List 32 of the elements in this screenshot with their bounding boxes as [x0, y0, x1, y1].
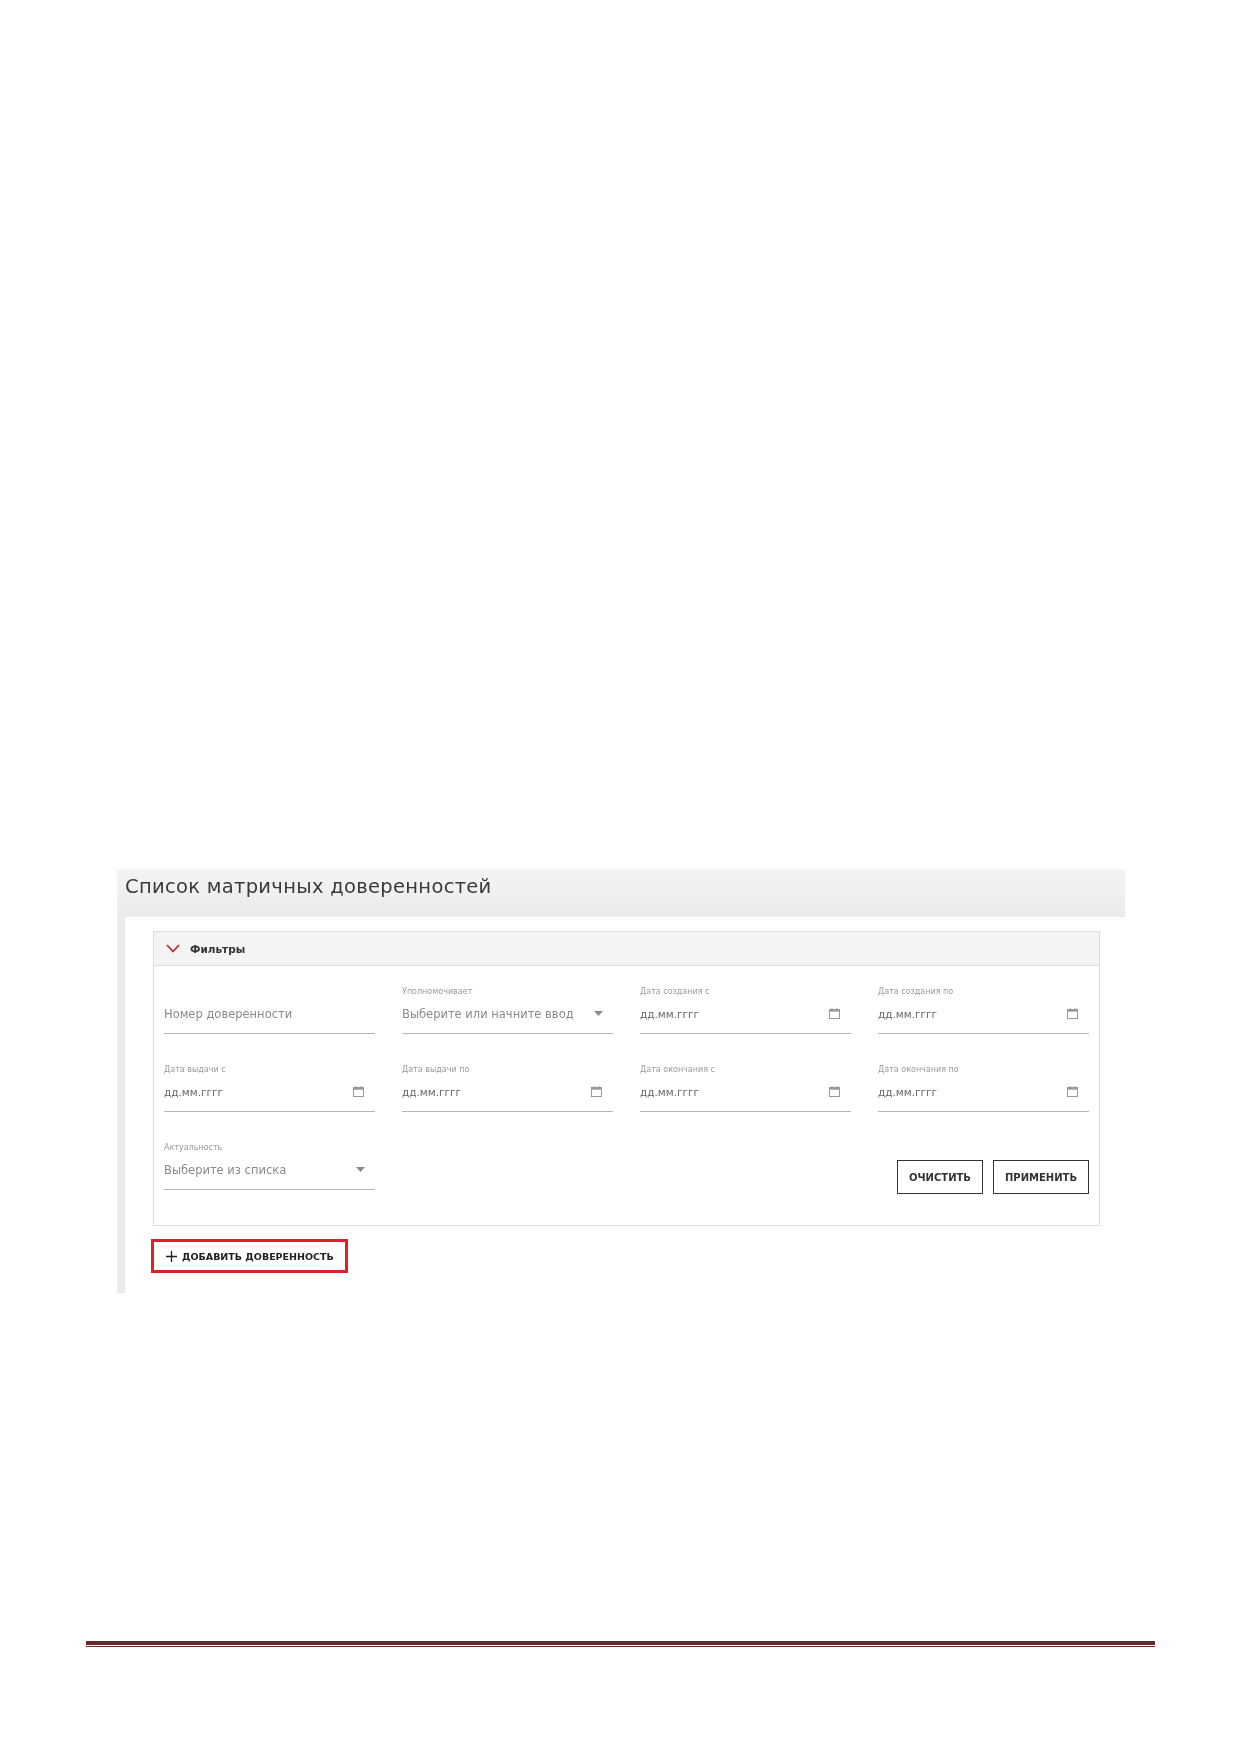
field-label: Дата выдачи по — [402, 1064, 470, 1076]
calendar-icon — [829, 1086, 840, 1097]
chevron-down-icon — [166, 944, 180, 953]
calendar-icon — [353, 1086, 364, 1097]
field-label: Актуальность — [164, 1142, 223, 1154]
date-field[interactable]: дд.мм.гггг — [164, 1076, 375, 1112]
date-field[interactable]: дд.мм.гггг — [878, 1076, 1089, 1112]
add-button[interactable]: ДОБАВИТЬ ДОВЕРЕННОСТЬ — [151, 1239, 348, 1273]
date-field[interactable]: дд.мм.гггг — [640, 998, 851, 1034]
date-field[interactable]: дд.мм.гггг — [402, 1076, 613, 1112]
date-field[interactable]: дд.мм.гггг — [640, 1076, 851, 1112]
caret-down-icon — [594, 1011, 603, 1016]
select-field[interactable]: Выберите или начните ввод — [402, 998, 613, 1034]
field-label: Дата выдачи с — [164, 1064, 226, 1076]
filters-toggle[interactable]: Фильтры — [154, 932, 1099, 966]
calendar-icon — [1067, 1086, 1078, 1097]
clear-button[interactable]: ОЧИСТИТЬ — [897, 1160, 983, 1194]
page-title: Список матричных доверенностей — [125, 874, 492, 899]
field-label: Дата создания с — [640, 986, 710, 998]
select-field[interactable]: Выберите из списка — [164, 1154, 375, 1190]
calendar-icon — [1067, 1008, 1078, 1019]
plus-icon — [166, 1250, 177, 1262]
field-label: Дата создания по — [878, 986, 954, 998]
field-label: Дата окончания по — [878, 1064, 959, 1076]
apply-button[interactable]: ПРИМЕНИТЬ — [992, 1160, 1089, 1194]
calendar-icon — [591, 1086, 602, 1097]
calendar-icon — [829, 1008, 840, 1019]
caret-down-icon — [356, 1167, 365, 1172]
field-label: Уполномочивает — [402, 986, 473, 998]
field-label: Дата окончания с — [640, 1064, 715, 1076]
date-field[interactable]: дд.мм.гггг — [878, 998, 1089, 1034]
text-field[interactable]: Номер доверенности — [164, 998, 375, 1034]
